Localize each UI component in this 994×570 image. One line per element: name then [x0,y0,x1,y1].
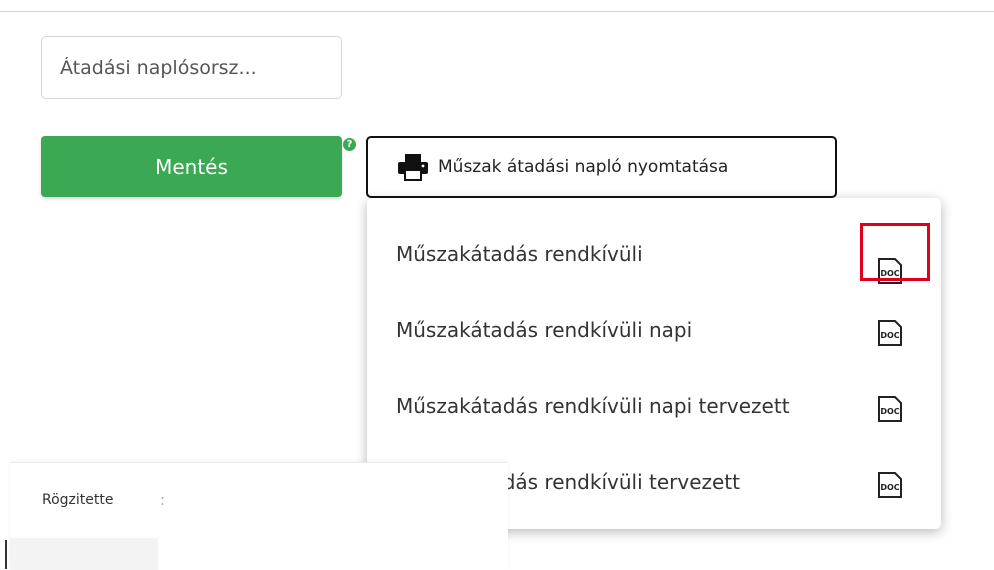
save-button-label: Mentés [155,154,228,179]
menu-item-rendkivuli-napi-tervezett[interactable]: Műszakátadás rendkívüli napi tervezett D… [367,370,941,446]
table-cell [10,538,158,570]
menu-item-label: Műszakátadás rendkívüli napi tervezett [396,394,790,418]
svg-text:DOC: DOC [880,483,899,492]
menu-item-label: Műszakátadás rendkívüli [396,242,643,266]
help-icon[interactable]: ? [343,138,356,151]
menu-item-label: Műszakátadás rendkívüli napi [396,318,693,342]
highlight-box [860,223,930,281]
text-cursor [5,540,7,569]
printer-icon [398,154,428,181]
doc-file-icon[interactable]: DOC [875,318,905,348]
save-button[interactable]: Mentés [41,136,342,197]
doc-file-icon[interactable]: DOC [875,394,905,424]
svg-text:DOC: DOC [880,331,899,340]
recorded-by-label: Rögzitette [42,492,114,508]
top-divider [0,11,994,12]
print-log-button-label: Műszak átadási napló nyomtatása [438,157,729,177]
svg-text:DOC: DOC [880,407,899,416]
print-log-button[interactable]: Műszak átadási napló nyomtatása [366,136,837,198]
doc-file-icon[interactable]: DOC [875,470,905,500]
log-number-input[interactable] [41,36,342,99]
menu-item-rendkivuli-napi[interactable]: Műszakátadás rendkívüli napi DOC [367,294,941,370]
recorded-by-separator: : [160,491,166,509]
menu-item-rendkivuli[interactable]: Műszakátadás rendkívüli DOC [367,218,941,294]
details-panel: Rögzitette : [10,462,508,570]
